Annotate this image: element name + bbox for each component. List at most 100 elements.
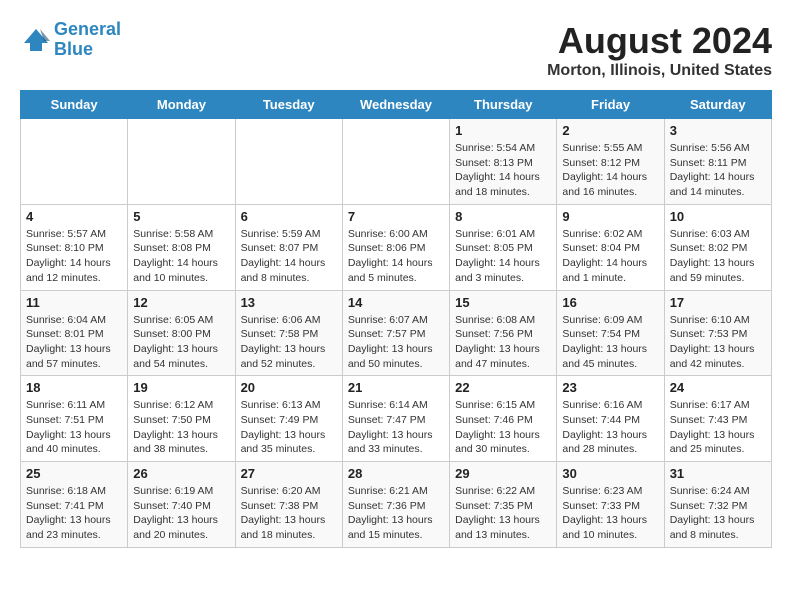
day-cell: 19 Sunrise: 6:12 AM Sunset: 7:50 PM Dayli…	[128, 376, 235, 462]
day-info: Sunrise: 5:55 AM Sunset: 8:12 PM Dayligh…	[562, 141, 658, 200]
day-info: Sunrise: 5:58 AM Sunset: 8:08 PM Dayligh…	[133, 227, 229, 286]
day-number: 12	[133, 295, 229, 310]
day-number: 20	[241, 380, 337, 395]
day-number: 3	[670, 123, 766, 138]
day-number: 6	[241, 209, 337, 224]
title-area: August 2024 Morton, Illinois, United Sta…	[547, 20, 772, 80]
day-cell: 28 Sunrise: 6:21 AM Sunset: 7:36 PM Dayli…	[342, 462, 449, 548]
logo-icon	[20, 25, 50, 55]
day-cell: 14Sunrise: 6:07 AM Sunset: 7:57 PM Dayli…	[342, 290, 449, 376]
week-row-4: 18Sunrise: 6:11 AM Sunset: 7:51 PM Dayli…	[21, 376, 772, 462]
day-info: Sunrise: 6:09 AM Sunset: 7:54 PM Dayligh…	[562, 313, 658, 372]
day-header-thursday: Thursday	[450, 91, 557, 119]
day-number: 25	[26, 466, 122, 481]
day-number: 31	[670, 466, 766, 481]
day-info: Sunrise: 6:19 AM Sunset: 7:40 PM Dayligh…	[133, 484, 229, 543]
logo: General Blue	[20, 20, 121, 60]
day-cell: 5 Sunrise: 5:58 AM Sunset: 8:08 PM Daylig…	[128, 204, 235, 290]
day-info: Sunrise: 6:16 AM Sunset: 7:44 PM Dayligh…	[562, 398, 658, 457]
day-number: 5	[133, 209, 229, 224]
day-number: 2	[562, 123, 658, 138]
day-cell: 8 Sunrise: 6:01 AM Sunset: 8:05 PM Daylig…	[450, 204, 557, 290]
main-title: August 2024	[547, 20, 772, 62]
day-cell: 4 Sunrise: 5:57 AM Sunset: 8:10 PM Daylig…	[21, 204, 128, 290]
day-cell: 11 Sunrise: 6:04 AM Sunset: 8:01 PM Dayli…	[21, 290, 128, 376]
day-info: Sunrise: 5:54 AM Sunset: 8:13 PM Dayligh…	[455, 141, 551, 200]
day-info: Sunrise: 6:21 AM Sunset: 7:36 PM Dayligh…	[348, 484, 444, 543]
day-number: 30	[562, 466, 658, 481]
day-info: Sunrise: 6:07 AM Sunset: 7:57 PM Dayligh…	[348, 313, 444, 372]
day-info: Sunrise: 6:24 AM Sunset: 7:32 PM Dayligh…	[670, 484, 766, 543]
day-number: 28	[348, 466, 444, 481]
logo-text: General Blue	[54, 20, 121, 60]
logo-line2: Blue	[54, 39, 93, 59]
day-cell: 21Sunrise: 6:14 AM Sunset: 7:47 PM Dayli…	[342, 376, 449, 462]
day-info: Sunrise: 6:10 AM Sunset: 7:53 PM Dayligh…	[670, 313, 766, 372]
day-info: Sunrise: 6:02 AM Sunset: 8:04 PM Dayligh…	[562, 227, 658, 286]
day-header-saturday: Saturday	[664, 91, 771, 119]
day-cell: 30Sunrise: 6:23 AM Sunset: 7:33 PM Dayli…	[557, 462, 664, 548]
logo-line1: General	[54, 19, 121, 39]
day-number: 11	[26, 295, 122, 310]
day-info: Sunrise: 6:06 AM Sunset: 7:58 PM Dayligh…	[241, 313, 337, 372]
day-cell: 17 Sunrise: 6:10 AM Sunset: 7:53 PM Dayli…	[664, 290, 771, 376]
day-cell: 25 Sunrise: 6:18 AM Sunset: 7:41 PM Dayli…	[21, 462, 128, 548]
day-info: Sunrise: 6:03 AM Sunset: 8:02 PM Dayligh…	[670, 227, 766, 286]
day-cell	[128, 119, 235, 205]
day-number: 17	[670, 295, 766, 310]
day-number: 8	[455, 209, 551, 224]
week-row-2: 4 Sunrise: 5:57 AM Sunset: 8:10 PM Daylig…	[21, 204, 772, 290]
day-cell: 22Sunrise: 6:15 AM Sunset: 7:46 PM Dayli…	[450, 376, 557, 462]
day-header-wednesday: Wednesday	[342, 91, 449, 119]
week-row-3: 11 Sunrise: 6:04 AM Sunset: 8:01 PM Dayli…	[21, 290, 772, 376]
day-info: Sunrise: 6:14 AM Sunset: 7:47 PM Dayligh…	[348, 398, 444, 457]
day-number: 19	[133, 380, 229, 395]
day-number: 29	[455, 466, 551, 481]
day-number: 15	[455, 295, 551, 310]
day-number: 16	[562, 295, 658, 310]
week-row-5: 25 Sunrise: 6:18 AM Sunset: 7:41 PM Dayli…	[21, 462, 772, 548]
day-info: Sunrise: 6:17 AM Sunset: 7:43 PM Dayligh…	[670, 398, 766, 457]
day-cell	[235, 119, 342, 205]
day-number: 13	[241, 295, 337, 310]
day-info: Sunrise: 6:13 AM Sunset: 7:49 PM Dayligh…	[241, 398, 337, 457]
day-header-tuesday: Tuesday	[235, 91, 342, 119]
day-cell: 18Sunrise: 6:11 AM Sunset: 7:51 PM Dayli…	[21, 376, 128, 462]
day-cell: 24 Sunrise: 6:17 AM Sunset: 7:43 PM Dayli…	[664, 376, 771, 462]
day-number: 9	[562, 209, 658, 224]
day-cell	[21, 119, 128, 205]
day-cell: 10Sunrise: 6:03 AM Sunset: 8:02 PM Dayli…	[664, 204, 771, 290]
day-header-monday: Monday	[128, 91, 235, 119]
day-number: 4	[26, 209, 122, 224]
day-cell: 26Sunrise: 6:19 AM Sunset: 7:40 PM Dayli…	[128, 462, 235, 548]
day-number: 7	[348, 209, 444, 224]
day-number: 18	[26, 380, 122, 395]
day-cell: 29Sunrise: 6:22 AM Sunset: 7:35 PM Dayli…	[450, 462, 557, 548]
day-info: Sunrise: 6:18 AM Sunset: 7:41 PM Dayligh…	[26, 484, 122, 543]
day-header-friday: Friday	[557, 91, 664, 119]
day-info: Sunrise: 6:04 AM Sunset: 8:01 PM Dayligh…	[26, 313, 122, 372]
day-cell: 1 Sunrise: 5:54 AM Sunset: 8:13 PM Daylig…	[450, 119, 557, 205]
day-info: Sunrise: 6:00 AM Sunset: 8:06 PM Dayligh…	[348, 227, 444, 286]
day-info: Sunrise: 5:57 AM Sunset: 8:10 PM Dayligh…	[26, 227, 122, 286]
header-row: SundayMondayTuesdayWednesdayThursdayFrid…	[21, 91, 772, 119]
day-number: 22	[455, 380, 551, 395]
day-info: Sunrise: 6:20 AM Sunset: 7:38 PM Dayligh…	[241, 484, 337, 543]
calendar-table: SundayMondayTuesdayWednesdayThursdayFrid…	[20, 90, 772, 548]
day-number: 1	[455, 123, 551, 138]
day-cell: 16 Sunrise: 6:09 AM Sunset: 7:54 PM Dayli…	[557, 290, 664, 376]
day-number: 27	[241, 466, 337, 481]
day-info: Sunrise: 6:12 AM Sunset: 7:50 PM Dayligh…	[133, 398, 229, 457]
day-info: Sunrise: 6:05 AM Sunset: 8:00 PM Dayligh…	[133, 313, 229, 372]
day-cell: 9 Sunrise: 6:02 AM Sunset: 8:04 PM Daylig…	[557, 204, 664, 290]
day-cell: 3Sunrise: 5:56 AM Sunset: 8:11 PM Daylig…	[664, 119, 771, 205]
day-cell: 23 Sunrise: 6:16 AM Sunset: 7:44 PM Dayli…	[557, 376, 664, 462]
day-cell: 12 Sunrise: 6:05 AM Sunset: 8:00 PM Dayli…	[128, 290, 235, 376]
day-info: Sunrise: 5:59 AM Sunset: 8:07 PM Dayligh…	[241, 227, 337, 286]
day-cell: 6 Sunrise: 5:59 AM Sunset: 8:07 PM Daylig…	[235, 204, 342, 290]
day-cell	[342, 119, 449, 205]
day-number: 24	[670, 380, 766, 395]
day-number: 23	[562, 380, 658, 395]
subtitle: Morton, Illinois, United States	[547, 62, 772, 80]
day-info: Sunrise: 6:01 AM Sunset: 8:05 PM Dayligh…	[455, 227, 551, 286]
